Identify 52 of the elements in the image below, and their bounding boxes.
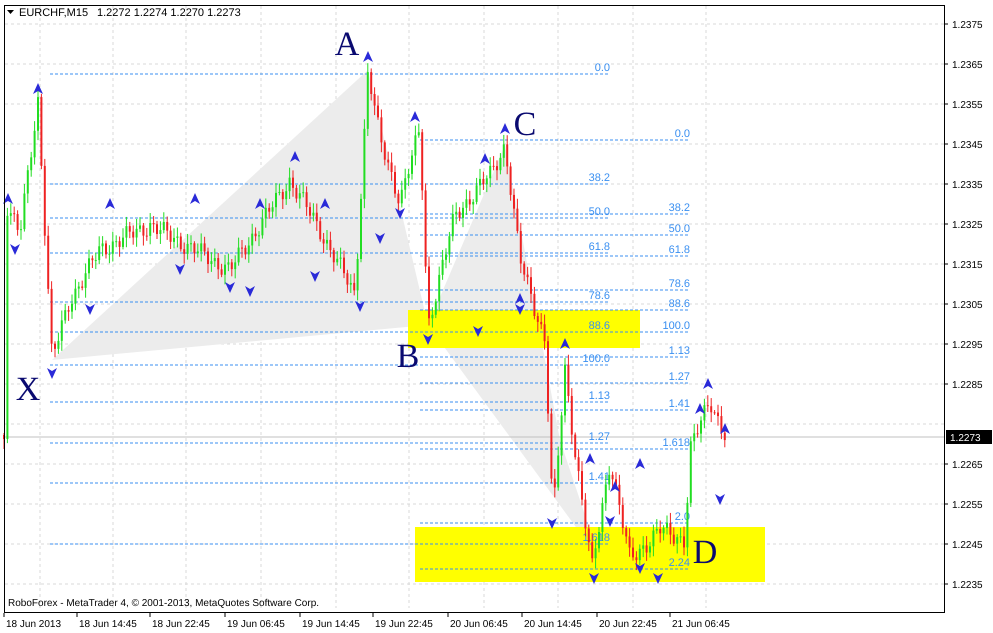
pattern-point-label: C [514,106,536,143]
price-axis-label: 1.2285 [952,380,983,391]
pattern-point-label: X [16,371,40,408]
time-axis-label: 18 Jun 2013 [6,619,62,630]
time-axis-label: 19 Jun 06:45 [227,619,285,630]
ohlc-quotes: 1.2272 1.2274 1.2270 1.2273 [97,7,241,19]
price-axis-label: 1.2315 [952,260,983,271]
fibonacci-level-label: 88.6 [668,298,690,310]
fibonacci-level-label: 78.6 [668,278,690,290]
fibonacci-level-label: 1.618 [662,437,690,449]
time-axis-label: 21 Jun 06:45 [672,619,730,630]
fibonacci-level-label: 61.8 [588,241,610,253]
fibonacci-level-label: 100.0 [582,353,610,365]
copyright-text: RoboForex - MetaTrader 4, © 2001-2013, MetaQuotes Software Corp. [8,598,320,609]
price-axis-label: 1.2375 [952,20,983,31]
time-axis-label: 20 Jun 06:45 [450,619,508,630]
time-axis-label: 18 Jun 14:45 [79,619,137,630]
fibonacci-level-label: 0.0 [594,62,610,74]
price-axis-label: 1.2365 [952,60,983,71]
time-axis-label: 20 Jun 22:45 [599,619,657,630]
price-axis-label: 1.2255 [952,500,983,511]
fibonacci-level-label: 1.13 [668,345,690,357]
fibonacci-level-label: 1.41 [668,398,690,410]
fibonacci-level-label: 88.6 [588,320,610,332]
fibonacci-level-label: 1.27 [588,431,610,443]
price-axis-label: 1.2325 [952,220,983,231]
fibonacci-level-label: 50.0 [668,223,690,235]
fibonacci-level-label: 1.13 [588,390,610,402]
price-axis-label: 1.2335 [952,180,983,191]
price-axis-label: 1.2305 [952,300,983,311]
fibonacci-level-label: 2.24 [668,557,690,569]
fibonacci-level-label: 38.2 [588,172,610,184]
price-axis-label: 1.2345 [952,140,983,151]
price-axis-label: 1.2235 [952,580,983,591]
fibonacci-level-label: 61.8 [668,244,690,256]
price-axis-label: 1.2265 [952,460,983,471]
time-axis-label: 20 Jun 14:45 [524,619,582,630]
current-price-tag: 1.2273 [946,430,992,444]
fibonacci-level-label: 78.6 [588,290,610,302]
chart-symbol: EURCHF,M15 [19,7,88,19]
time-axis-label: 19 Jun 14:45 [302,619,360,630]
pattern-point-label: D [692,534,718,571]
price-axis-label: 1.2245 [952,540,983,551]
fibonacci-level-label: 0.0 [674,128,690,140]
price-axis-label: 1.2295 [952,340,983,351]
price-axis-label: 1.2355 [952,100,983,111]
fibonacci-level-label: 100.0 [662,320,690,332]
fibonacci-level-label: 38.2 [668,202,690,214]
time-axis-label: 19 Jun 22:45 [375,619,433,630]
pattern-point-label: A [334,26,360,63]
fibonacci-level-label: 1.27 [668,371,690,383]
time-axis-label: 18 Jun 22:45 [152,619,210,630]
